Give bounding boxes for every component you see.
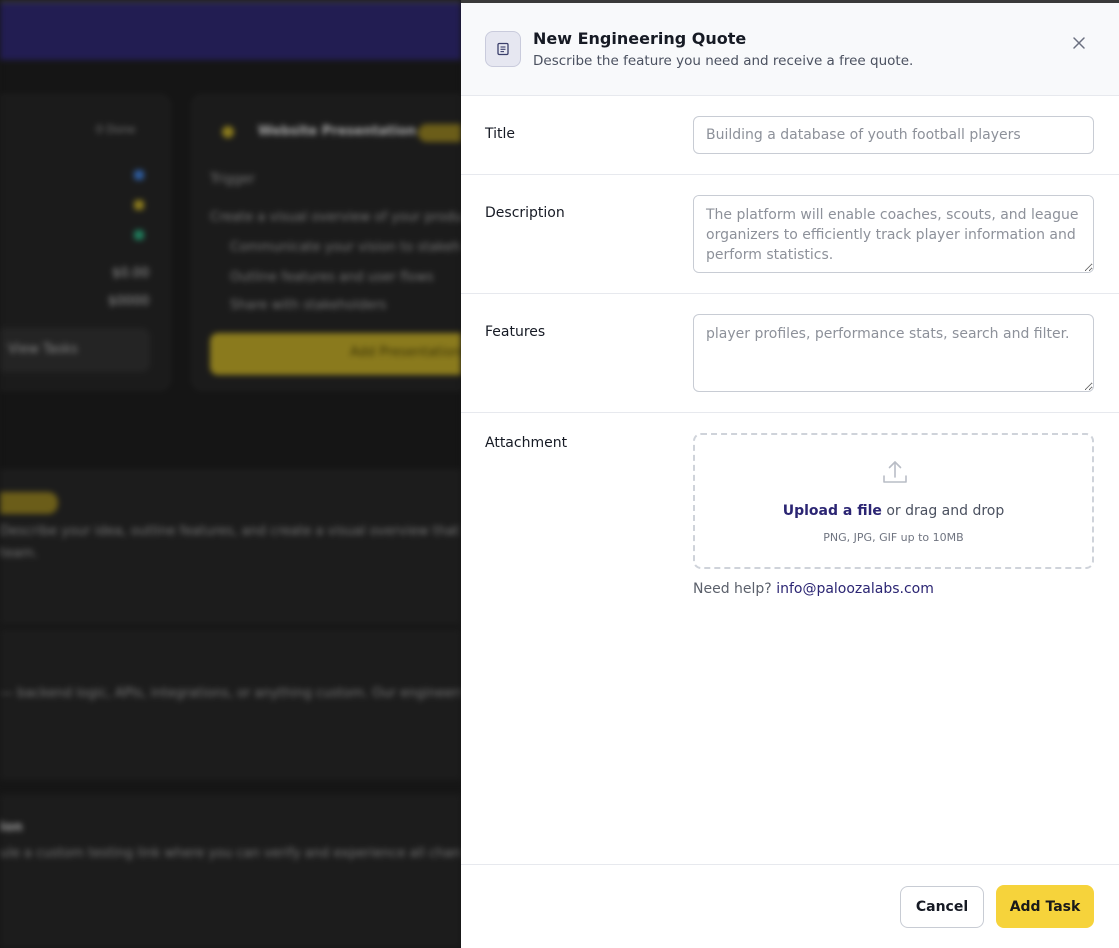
background-card-title: Website Presentation <box>258 124 417 139</box>
background-header <box>0 3 461 60</box>
background-section-3 <box>0 795 461 948</box>
background-dot-yellow <box>134 200 144 210</box>
background-view-tasks-button: View Tasks <box>0 328 150 372</box>
help-email-link[interactable]: info@paloozalabs.com <box>776 581 934 597</box>
attachment-label: Attachment <box>485 435 568 451</box>
background-section-2-text: — backend logic, APIs, integrations, or … <box>0 686 461 701</box>
upload-icon <box>883 461 907 483</box>
title-row: Title <box>461 96 1119 175</box>
help-line: Need help? info@paloozalabs.com <box>693 581 934 597</box>
background-bullet-3: Share with stakeholders <box>230 298 387 313</box>
background-stat-label: 0 Done <box>96 123 136 136</box>
description-row: Description <box>461 175 1119 294</box>
background-value-1: $0.00 <box>112 266 150 281</box>
background-card-sub: Trigger <box>210 172 255 187</box>
background-section-3-title: ion <box>0 820 23 835</box>
background-section-1 <box>0 470 461 625</box>
background-section-3-text: ule a custom testing link where you can … <box>0 846 461 861</box>
background-section-pill <box>0 492 58 514</box>
background-value-2: $0000 <box>108 294 150 309</box>
background-add-label: Add Presentation <box>350 345 461 360</box>
background-app: 0 Done $0.00 $0000 View Tasks Website Pr… <box>0 0 461 948</box>
background-dot-green <box>134 230 144 240</box>
upload-drag-text: or drag and drop <box>881 503 1005 519</box>
background-view-tasks-label: View Tasks <box>8 342 78 357</box>
close-icon <box>1073 37 1085 49</box>
title-input[interactable] <box>693 116 1094 154</box>
drawer-title: New Engineering Quote <box>533 29 747 48</box>
add-task-button[interactable]: Add Task <box>996 885 1094 928</box>
background-card-desc: Create a visual overview of your product <box>210 210 461 225</box>
title-label: Title <box>485 126 516 142</box>
document-icon <box>485 31 521 67</box>
new-quote-drawer: New Engineering Quote Describe the featu… <box>461 3 1119 948</box>
drawer-subtitle: Describe the feature you need and receiv… <box>533 53 914 69</box>
features-row: Features <box>461 294 1119 413</box>
background-card-icon <box>222 126 234 138</box>
close-button[interactable] <box>1067 31 1091 55</box>
background-bullet-1: Communicate your vision to stakeholders <box>230 240 461 255</box>
upload-instructions: Upload a file or drag and drop <box>695 503 1092 519</box>
upload-file-link[interactable]: Upload a file <box>783 503 882 519</box>
drawer-header: New Engineering Quote Describe the featu… <box>461 3 1119 96</box>
background-card-badge <box>418 124 461 142</box>
features-textarea[interactable] <box>693 314 1094 392</box>
upload-dropzone[interactable]: Upload a file or drag and drop PNG, JPG,… <box>693 433 1094 569</box>
background-bullet-2: Outline features and user flows <box>230 270 434 285</box>
upload-hint: PNG, JPG, GIF up to 10MB <box>823 531 964 544</box>
features-label: Features <box>485 324 546 340</box>
drawer-footer: Cancel Add Task <box>461 864 1119 948</box>
background-section-2 <box>0 630 461 780</box>
description-label: Description <box>485 205 565 221</box>
cancel-button[interactable]: Cancel <box>900 886 984 928</box>
background-dot-blue <box>134 170 144 180</box>
help-text: Need help? <box>693 581 777 597</box>
background-section-1-text: Describe your idea, outline features, an… <box>0 524 460 539</box>
description-textarea[interactable] <box>693 195 1094 273</box>
background-section-1-text2: team. <box>0 546 38 561</box>
background-add-button: Add Presentation <box>210 333 461 375</box>
